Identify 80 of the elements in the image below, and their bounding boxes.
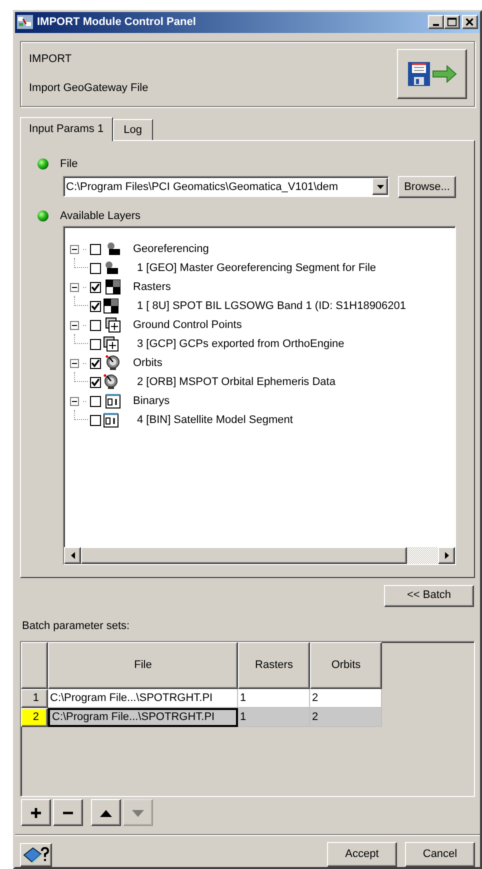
module-name: IMPORT (29, 52, 72, 68)
stacked-frames-icon (103, 336, 119, 352)
import-button[interactable] (397, 48, 467, 99)
maximize-icon (445, 16, 459, 28)
checkbox[interactable] (90, 244, 101, 255)
window-title: IMPORT Module Control Panel (37, 15, 197, 30)
batch-button[interactable]: << Batch (384, 584, 474, 607)
tree-item[interactable]: 3 [GCP] GCPs exported from OrthoEngine (137, 336, 344, 353)
tree-item[interactable]: 1 [GEO] Master Georeferencing Segment for File (137, 260, 376, 277)
table-cell: C:\Program File...\SPOTRGHT.PI (48, 689, 238, 708)
module-description: Import GeoGateway File (29, 80, 148, 96)
checkbox[interactable] (90, 376, 101, 388)
checkbox[interactable] (90, 282, 101, 293)
folder-person-icon (103, 260, 119, 276)
corner-header (21, 642, 48, 690)
checkbox[interactable] (90, 358, 101, 369)
minimize-icon (433, 24, 439, 26)
scroll-right-icon[interactable] (444, 552, 448, 559)
tree-item[interactable]: 4 [BIN] Satellite Model Segment (137, 412, 293, 429)
tree-item[interactable]: Ground Control Points (133, 317, 242, 334)
collapse-icon[interactable] (70, 244, 79, 254)
satellite-dish-icon (103, 374, 119, 390)
tree-item[interactable]: Orbits (133, 355, 162, 372)
add-button[interactable] (21, 799, 51, 826)
file-dropdown[interactable]: C:\Program Files\PCI Geomatics\Geomatica_V101\dem (63, 176, 389, 198)
checkbox[interactable] (90, 414, 101, 426)
tab[interactable]: Input Params 1 (20, 116, 113, 141)
file-label: File (60, 156, 78, 172)
tree-item[interactable]: Georeferencing (133, 241, 209, 258)
row-header[interactable]: 2 (21, 708, 48, 728)
plus-icon (29, 806, 43, 820)
column-header[interactable]: Orbits (310, 642, 382, 690)
checkbox[interactable] (90, 300, 101, 312)
table-cell: 1 (238, 708, 310, 728)
tree-item[interactable]: 1 [ 8U] SPOT BIL LGSOWG Band 1 (ID: S1H18906201 (137, 298, 406, 315)
stacked-frames-icon (105, 317, 121, 334)
tree-item[interactable]: Rasters (133, 279, 171, 296)
checkbox[interactable] (90, 338, 101, 350)
grid-icon (103, 298, 119, 314)
checkbox[interactable] (90, 262, 101, 274)
binary-file-icon (103, 412, 119, 428)
table-cell: C:\Program File...\SPOTRGHT.PI (48, 708, 238, 728)
scrollbar-thumb[interactable] (81, 546, 407, 564)
table-cell: 2 (310, 708, 382, 728)
folder-person-icon (105, 241, 121, 258)
collapse-icon[interactable] (70, 396, 79, 406)
checkbox[interactable] (90, 396, 101, 407)
tree-item[interactable]: Binarys (133, 393, 170, 410)
book-question-icon (23, 846, 49, 864)
batch-label: Batch parameter sets: (22, 618, 130, 634)
satellite-dish-icon (105, 355, 121, 372)
status-light-icon (37, 210, 49, 222)
minimize-button[interactable] (428, 15, 444, 30)
row-header[interactable]: 1 (21, 689, 48, 708)
table-cell: 1 (238, 689, 310, 708)
checkbox[interactable] (90, 320, 101, 331)
tree-item[interactable]: 2 [ORB] MSPOT Orbital Ephemeris Data (137, 374, 336, 391)
browse-button[interactable]: Browse... (398, 176, 456, 198)
maximize-button[interactable] (444, 15, 460, 30)
horizontal-scrollbar[interactable] (64, 546, 455, 564)
available-layers-label: Available Layers (60, 208, 141, 224)
tab[interactable]: Log (112, 118, 153, 140)
collapse-icon[interactable] (70, 320, 79, 330)
status-light-icon (37, 158, 49, 170)
binary-file-icon (105, 393, 121, 410)
app-icon (17, 15, 33, 30)
move-up-button[interactable] (91, 799, 121, 826)
grid-icon (105, 279, 121, 296)
remove-button[interactable] (53, 799, 83, 826)
table-cell: 2 (310, 689, 382, 708)
scroll-left-icon[interactable] (70, 552, 74, 559)
dialog-button[interactable]: Cancel (405, 842, 475, 867)
help-button[interactable] (20, 842, 52, 866)
close-button[interactable] (462, 15, 478, 30)
floppy-arrow-icon (406, 60, 458, 88)
collapse-icon[interactable] (70, 358, 79, 368)
column-header[interactable]: File (48, 642, 238, 690)
dialog-button[interactable]: Accept (327, 842, 397, 867)
collapse-icon[interactable] (70, 282, 79, 292)
column-header[interactable]: Rasters (238, 642, 310, 690)
